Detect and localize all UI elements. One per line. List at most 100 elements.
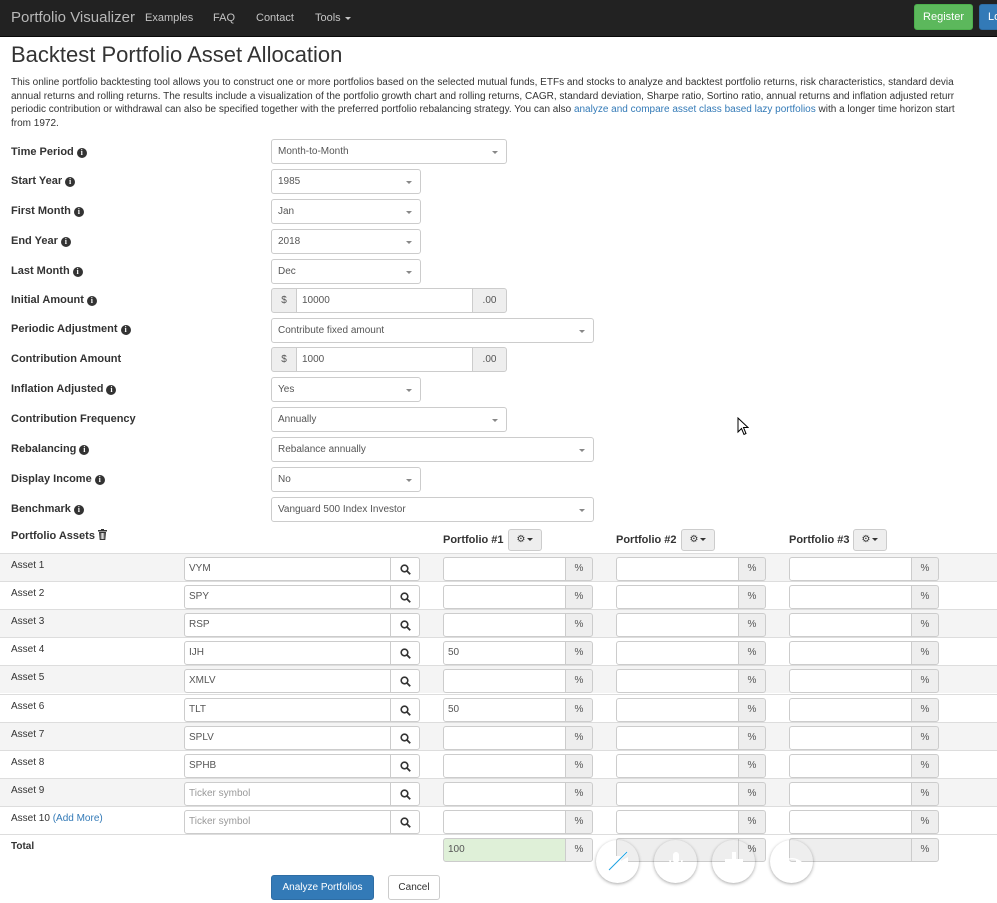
add-more-link[interactable]: (Add More) [53,813,103,824]
inflation-adjusted-select[interactable]: Yes [271,377,421,402]
portfolio-3-allocation-input[interactable] [789,781,912,806]
microphone-button[interactable] [654,840,697,883]
portfolio-2-allocation-input[interactable] [616,585,739,610]
portfolio-2-allocation-input[interactable] [616,781,739,806]
benchmark-select[interactable]: Vanguard 500 Index Investor [271,497,594,522]
first-month-select[interactable]: Jan [271,199,421,224]
last-month-select[interactable]: Dec [271,259,421,284]
percent-addon: % [911,753,939,778]
nav-contact[interactable]: Contact [256,12,294,24]
portfolio-3-allocation-input[interactable] [789,725,912,750]
portfolio-2-allocation-input[interactable] [616,809,739,834]
portfolio-2-allocation-input[interactable] [616,753,739,778]
ticker-input[interactable]: Ticker symbol [184,809,391,834]
portfolio-1-allocation-input[interactable] [443,557,566,581]
initial-amount-input[interactable]: 10000 [296,288,473,313]
portfolio-1-allocation-input[interactable] [443,753,566,778]
add-participant-button[interactable] [712,840,755,883]
contribution-amount-input[interactable]: 1000 [296,347,473,372]
portfolio-2-allocation-input[interactable] [616,641,739,666]
info-icon[interactable]: i [86,296,97,306]
portfolio-3-allocation-input[interactable] [789,613,912,638]
trash-icon[interactable] [97,529,107,543]
hang-up-button[interactable] [770,840,813,883]
ticker-search-button[interactable] [390,613,420,638]
portfolio-2-allocation-input[interactable] [616,613,739,638]
nav-faq[interactable]: FAQ [213,12,235,24]
portfolio-2-allocation-input[interactable] [616,669,739,694]
end-year-select[interactable]: 2018 [271,229,421,254]
portfolio-3-allocation-input[interactable] [789,585,912,610]
portfolio-3-allocation-input[interactable] [789,557,912,581]
register-button[interactable]: Register [914,4,973,30]
info-icon[interactable]: i [79,445,90,455]
ticker-search-button[interactable] [390,809,420,834]
portfolio-1-allocation-input[interactable] [443,725,566,750]
nav-examples[interactable]: Examples [145,12,193,24]
ticker-search-button[interactable] [390,725,420,750]
ticker-input[interactable]: SPHB [184,753,391,778]
ticker-search-button[interactable] [390,641,420,666]
portfolio-2-allocation-input[interactable] [616,725,739,750]
dropdown-arrow-icon [579,509,585,512]
video-off-button[interactable] [596,840,639,883]
start-year-select[interactable]: 1985 [271,169,421,194]
ticker-search-button[interactable] [390,585,420,610]
time-period-select[interactable]: Month-to-Month [271,139,507,164]
percent-addon: % [738,669,766,694]
ticker-search-button[interactable] [390,669,420,694]
info-icon[interactable]: i [76,148,87,158]
ticker-search-button[interactable] [390,557,420,581]
label-text: Periodic Adjustment [11,323,118,335]
portfolio-3-allocation-input[interactable] [789,669,912,694]
portfolio-1-allocation-input[interactable] [443,781,566,806]
portfolio-1-allocation-input[interactable] [443,669,566,694]
info-icon[interactable]: i [106,385,117,395]
lazy-portfolios-link[interactable]: analyze and compare asset class based la… [574,104,816,115]
brand-link[interactable]: Portfolio Visualizer [11,9,135,26]
ticker-input[interactable]: VYM [184,557,391,581]
portfolio-1-allocation-input[interactable] [443,809,566,834]
periodic-adjustment-select[interactable]: Contribute fixed amount [271,318,594,343]
plus-icon [724,852,743,870]
portfolio-2-allocation-input[interactable] [616,697,739,722]
portfolio-2-settings-button[interactable]: ⚙ [681,529,715,551]
ticker-input[interactable]: Ticker symbol [184,781,391,806]
contribution-frequency-select[interactable]: Annually [271,407,507,432]
ticker-input[interactable]: TLT [184,697,391,722]
analyze-portfolios-button[interactable]: Analyze Portfolios [271,875,374,900]
portfolio-3-settings-button[interactable]: ⚙ [853,529,887,551]
ticker-search-button[interactable] [390,753,420,778]
rebalancing-select[interactable]: Rebalance annually [271,437,594,462]
ticker-input[interactable]: XMLV [184,669,391,694]
display-income-select[interactable]: No [271,467,421,492]
portfolio-1-allocation-input[interactable] [443,585,566,610]
nav-tools[interactable]: Tools [315,12,351,24]
portfolio-3-allocation-input[interactable] [789,697,912,722]
ticker-input[interactable]: SPY [184,585,391,610]
ticker-input[interactable]: IJH [184,641,391,666]
cancel-button[interactable]: Cancel [388,875,440,900]
ticker-search-button[interactable] [390,697,420,722]
asset-label: Asset 4 [11,644,44,655]
ticker-search-button[interactable] [390,781,420,806]
ticker-input[interactable]: RSP [184,613,391,638]
portfolio-1-settings-button[interactable]: ⚙ [508,529,542,551]
info-icon[interactable]: i [65,177,76,187]
info-icon[interactable]: i [94,475,105,485]
ticker-input[interactable]: SPLV [184,725,391,750]
portfolio-3-allocation-input[interactable] [789,641,912,666]
portfolio-1-allocation-input[interactable] [443,613,566,638]
info-icon[interactable]: i [120,325,131,335]
portfolio-1-allocation-input[interactable]: 50 [443,697,566,722]
portfolio-2-allocation-input[interactable] [616,557,739,581]
info-icon[interactable]: i [72,267,83,277]
info-icon[interactable]: i [73,505,84,515]
portfolio-3-allocation-input[interactable] [789,753,912,778]
portfolio-1-allocation-input[interactable]: 50 [443,641,566,666]
portfolio-3-allocation-input[interactable] [789,809,912,834]
total-row: Total 100 % % % [0,834,997,862]
info-icon[interactable]: i [73,207,84,217]
info-icon[interactable]: i [60,237,71,247]
login-button[interactable]: Lo [979,4,997,30]
